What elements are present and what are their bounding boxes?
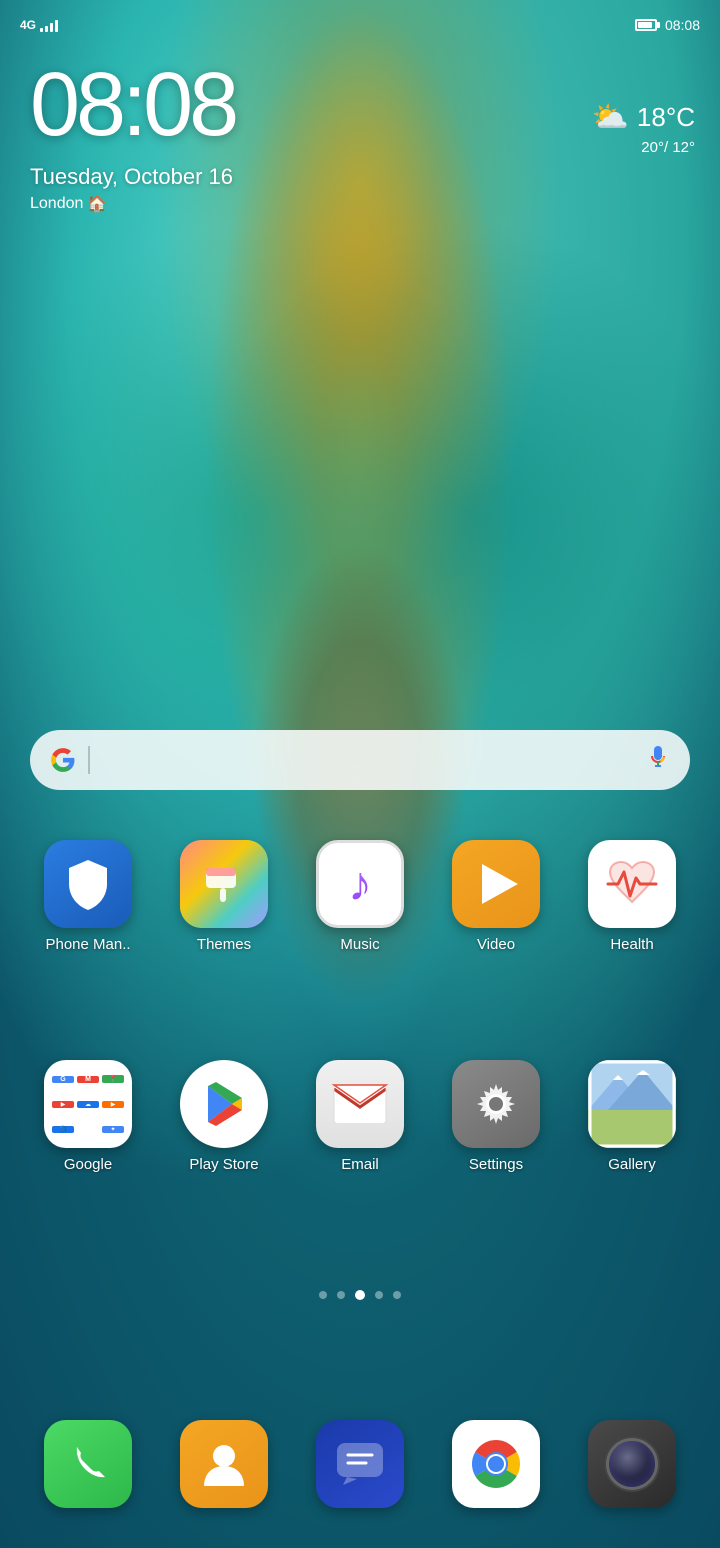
battery-fill <box>638 22 652 28</box>
location-name: London <box>30 195 83 213</box>
home-icon: 🏠 <box>87 194 107 214</box>
search-input[interactable] <box>102 730 635 790</box>
health-ecg-icon <box>602 854 662 914</box>
themes-icon <box>180 840 268 928</box>
phone-manager-label: Phone Man.. <box>33 936 143 953</box>
dock-contacts[interactable] <box>169 1420 279 1508</box>
search-input-wrapper[interactable] <box>30 730 690 790</box>
google-icon: G M 📍 ▶ ☁ ▶ 🔵 ✦ <box>44 1060 132 1148</box>
app-settings[interactable]: Settings <box>441 1060 551 1173</box>
video-label: Video <box>441 936 551 953</box>
microphone-icon[interactable] <box>646 745 670 775</box>
app-google[interactable]: G M 📍 ▶ ☁ ▶ 🔵 ✦ Google <box>33 1060 143 1173</box>
music-label: Music <box>305 936 415 953</box>
page-dot-2[interactable] <box>337 1291 345 1299</box>
clock-section: 08:08 Tuesday, October 16 London 🏠 <box>30 60 235 214</box>
battery-indicator <box>635 19 657 31</box>
weather-temp: ⛅ 18°C <box>592 100 695 135</box>
app-themes[interactable]: Themes <box>169 840 279 953</box>
clock-time: 08:08 <box>30 60 235 150</box>
weather-widget: ⛅ 18°C 20°/ 12° <box>592 100 695 156</box>
page-dot-1[interactable] <box>319 1291 327 1299</box>
weather-icon: ⛅ <box>592 100 629 135</box>
themes-brush-icon <box>198 858 250 910</box>
app-music[interactable]: ♪ Music <box>305 840 415 953</box>
themes-label: Themes <box>169 936 279 953</box>
app-phone-manager[interactable]: Phone Man.. <box>33 840 143 953</box>
phone-handset-icon <box>63 1439 113 1489</box>
location-display: London 🏠 <box>30 194 235 214</box>
temp-high: 20° <box>641 139 664 156</box>
app-gallery[interactable]: Gallery <box>577 1060 687 1173</box>
contacts-icon <box>180 1420 268 1508</box>
app-video[interactable]: Video <box>441 840 551 953</box>
app-row-1: Phone Man.. Themes ♪ Music Video <box>0 840 720 953</box>
temp-low: 12° <box>672 139 695 156</box>
temperature-value: 18°C <box>637 102 695 133</box>
battery-icon <box>635 19 657 31</box>
person-icon <box>198 1438 250 1490</box>
page-dot-3[interactable] <box>355 1290 365 1300</box>
chrome-wheel-icon <box>466 1434 526 1494</box>
camera-icon <box>588 1420 676 1508</box>
camera-lens-icon <box>606 1438 658 1490</box>
chrome-icon <box>452 1420 540 1508</box>
phone-icon <box>44 1420 132 1508</box>
status-left: 4G <box>20 18 58 32</box>
settings-gear-icon <box>468 1076 524 1132</box>
status-time: 08:08 <box>665 17 700 33</box>
signal-bar-3 <box>50 23 53 32</box>
email-envelope-icon <box>330 1079 390 1129</box>
video-icon <box>452 840 540 928</box>
dock-messages[interactable] <box>305 1420 415 1508</box>
music-icon: ♪ <box>316 840 404 928</box>
page-dot-5[interactable] <box>393 1291 401 1299</box>
dock <box>0 1420 720 1508</box>
status-right: 08:08 <box>635 17 700 33</box>
network-type: 4G <box>20 18 36 32</box>
weather-range: 20°/ 12° <box>592 139 695 156</box>
email-icon <box>316 1060 404 1148</box>
google-logo <box>50 747 76 773</box>
clock-date: Tuesday, October 16 <box>30 164 233 190</box>
signal-bar-1 <box>40 28 43 32</box>
signal-bar-2 <box>45 26 48 32</box>
email-label: Email <box>305 1156 415 1173</box>
signal-bars <box>40 18 58 32</box>
play-store-label: Play Store <box>169 1156 279 1173</box>
signal-bar-4 <box>55 20 58 32</box>
settings-label: Settings <box>441 1156 551 1173</box>
play-store-triangle-icon <box>198 1078 250 1130</box>
app-play-store[interactable]: Play Store <box>169 1060 279 1173</box>
dock-camera[interactable] <box>577 1420 687 1508</box>
app-row-2: G M 📍 ▶ ☁ ▶ 🔵 ✦ Google Play Store <box>0 1060 720 1173</box>
gallery-landscape-icon <box>588 1060 676 1148</box>
search-bar[interactable] <box>30 730 690 790</box>
health-icon <box>588 840 676 928</box>
page-dots <box>0 1290 720 1300</box>
gallery-icon <box>588 1060 676 1148</box>
health-label: Health <box>577 936 687 953</box>
page-dot-4[interactable] <box>375 1291 383 1299</box>
app-email[interactable]: Email <box>305 1060 415 1173</box>
play-store-icon <box>180 1060 268 1148</box>
app-health[interactable]: Health <box>577 840 687 953</box>
google-label: Google <box>33 1156 143 1173</box>
gallery-label: Gallery <box>577 1156 687 1173</box>
shield-icon <box>63 856 113 912</box>
search-divider <box>88 746 90 774</box>
status-bar: 4G 08:08 <box>0 0 720 50</box>
messages-icon <box>316 1420 404 1508</box>
chat-bubble-icon <box>333 1439 387 1489</box>
music-note-icon: ♪ <box>348 857 372 912</box>
dock-chrome[interactable] <box>441 1420 551 1508</box>
play-icon <box>482 864 518 904</box>
phone-manager-icon <box>44 840 132 928</box>
dock-phone[interactable] <box>33 1420 143 1508</box>
settings-icon <box>452 1060 540 1148</box>
